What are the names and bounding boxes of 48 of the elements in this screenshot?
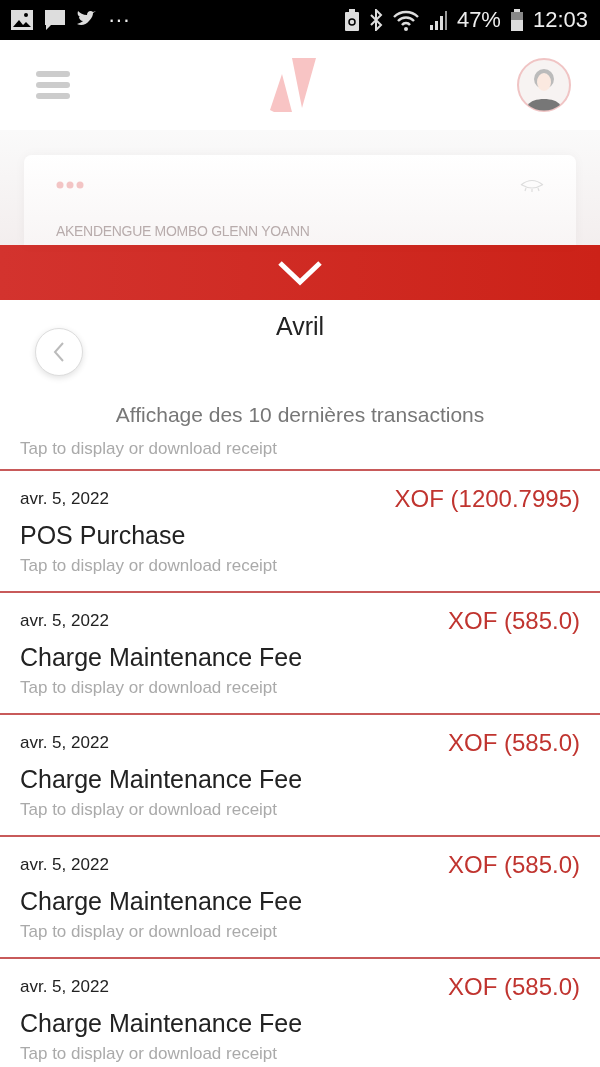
transaction-date: avr. 5, 2022 (20, 855, 109, 875)
closed-eye-icon[interactable] (520, 177, 544, 193)
receipt-hint: Tap to display or download receipt (20, 922, 279, 942)
card-holder-name: AKENDENGUE MOMBO GLENN YOANN (56, 223, 311, 239)
transaction-amount: XOF (585.0) (447, 729, 580, 757)
clock-time: 12:03 (532, 7, 588, 33)
transaction-amount: XOF (1200.7995) (394, 485, 580, 513)
transaction-title: POS Purchase (20, 521, 187, 550)
transaction-date: avr. 5, 2022 (20, 977, 109, 997)
logo-icon (270, 58, 316, 112)
receipt-hint: Tap to display or download receipt (20, 1044, 279, 1064)
menu-icon[interactable] (36, 71, 70, 99)
transaction-title: Charge Maintenance Fee (20, 887, 304, 916)
transaction-amount: XOF (585.0) (447, 973, 580, 1001)
receipt-hint: Tap to display or download receipt (20, 800, 279, 820)
dots-icon[interactable] (56, 181, 84, 189)
wifi-icon (392, 9, 419, 31)
transaction-row[interactable]: avr. 5, 2022 XOF (585.0) Charge Maintenance Fee Tap to display or download receipt (0, 591, 600, 713)
chevron-down-icon (277, 259, 323, 286)
month-title: Avril (275, 312, 325, 341)
transaction-amount: XOF (585.0) (447, 607, 580, 635)
avatar-icon[interactable] (516, 57, 572, 113)
transaction-amount: XOF (585.0) (447, 851, 580, 879)
bluetooth-icon (368, 9, 383, 31)
transaction-date: avr. 5, 2022 (20, 489, 109, 509)
transaction-row[interactable]: avr. 5, 2022 XOF (585.0) Charge Maintenance Fee Tap to display or download receipt (0, 835, 600, 957)
transaction-title: Charge Maintenance Fee (20, 643, 304, 672)
back-button[interactable] (35, 328, 83, 376)
chevron-left-icon (53, 341, 65, 363)
transaction-row[interactable]: avr. 5, 2022 XOF (1200.7995) POS Purchase Tap to display or download receipt (0, 469, 600, 591)
battery-percent: 47% (456, 7, 501, 33)
image-icon (10, 9, 34, 31)
transaction-date: avr. 5, 2022 (20, 733, 109, 753)
transaction-row[interactable]: avr. 5, 2022 XOF (585.0) Charge Maintenance Fee Tap to display or download receipt (0, 713, 600, 835)
transaction-title: Charge Maintenance Fee (20, 1009, 304, 1038)
message-icon (44, 9, 66, 31)
signal-icon (428, 9, 447, 31)
battery-saver-icon (344, 9, 359, 31)
collapse-bar[interactable] (0, 245, 600, 300)
receipt-hint: Tap to display or download receipt (20, 678, 279, 698)
transaction-title: Charge Maintenance Fee (20, 765, 304, 794)
transaction-date: avr. 5, 2022 (20, 611, 109, 631)
list-subtitle: Affichage des 10 dernières transactions (115, 403, 485, 427)
more-notifications-text: ··· (108, 7, 130, 33)
battery-icon (510, 9, 523, 31)
receipt-hint: Tap to display or download receipt (20, 556, 279, 576)
transaction-row[interactable]: avr. 5, 2022 XOF (585.0) Charge Maintenance Fee Tap to display or download receipt (0, 957, 600, 1067)
receipt-hint: Tap to display or download receipt (20, 439, 279, 460)
